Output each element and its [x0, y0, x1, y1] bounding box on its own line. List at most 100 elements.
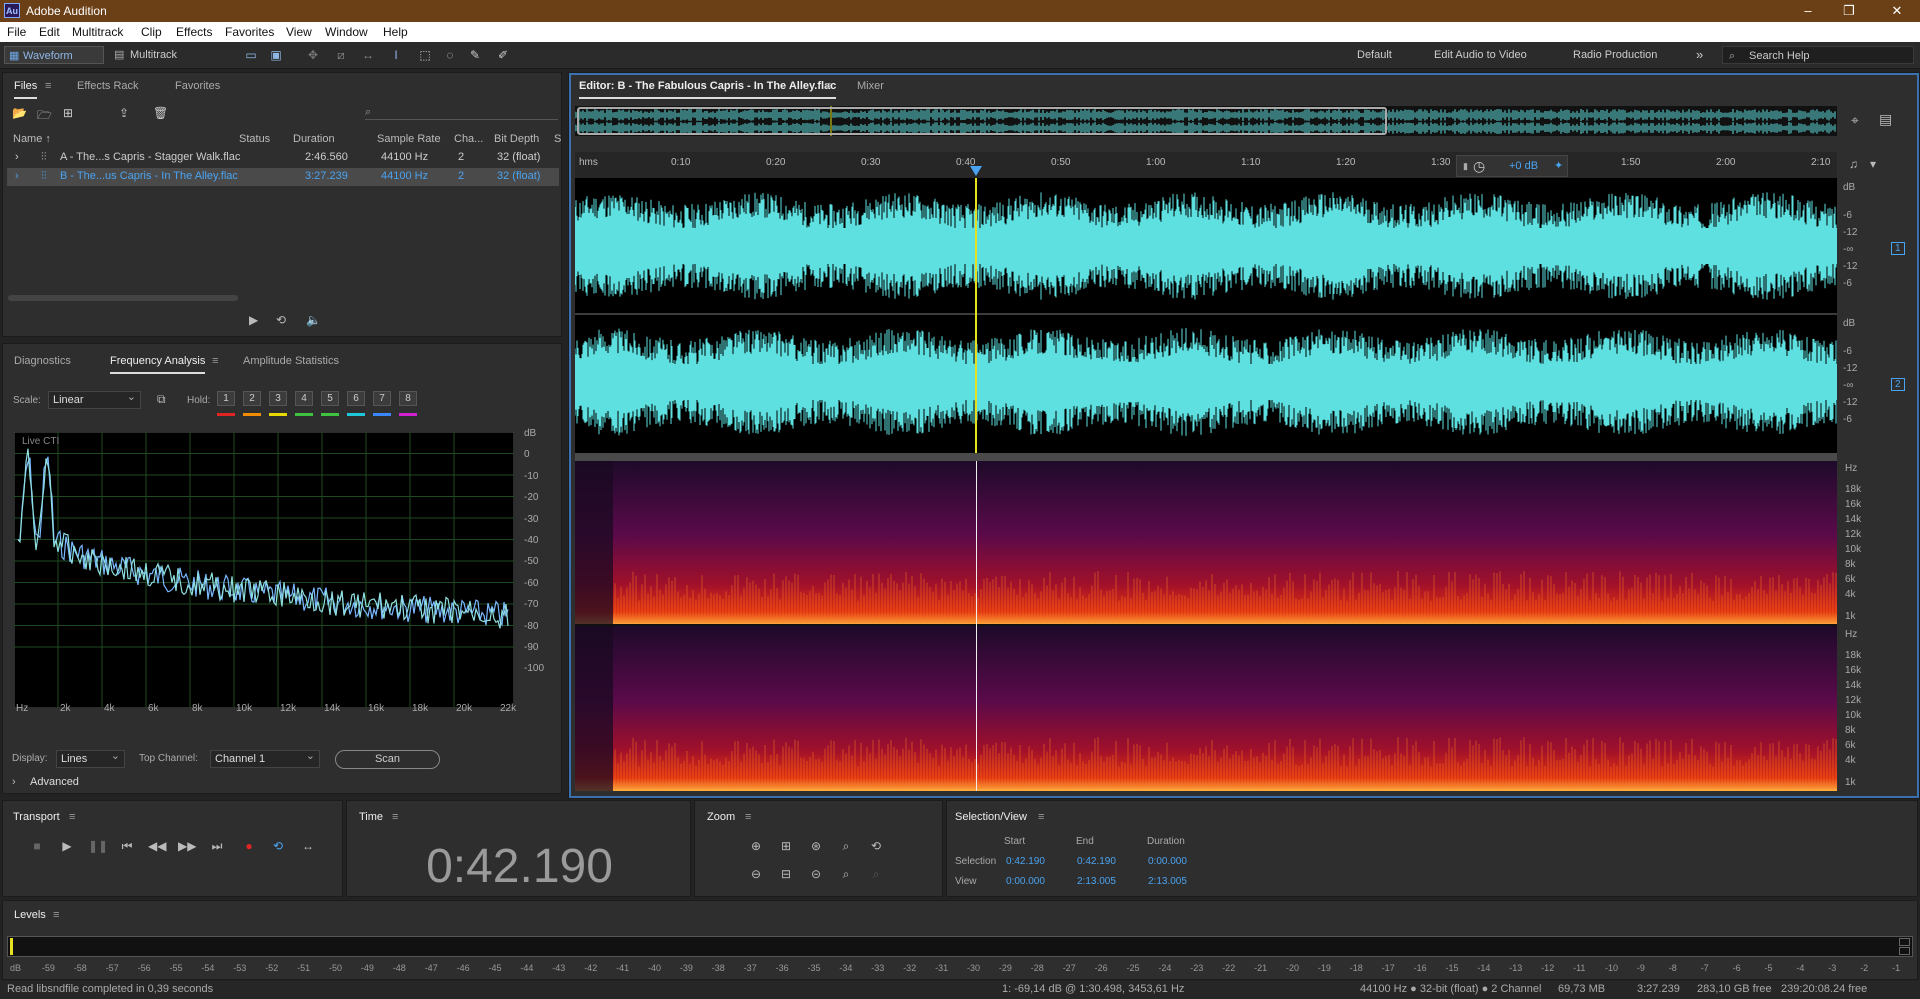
- play-preview-icon[interactable]: ▶: [249, 313, 258, 327]
- selection-end[interactable]: 0:42.190: [1077, 856, 1116, 867]
- move-to-next-icon[interactable]: ⏭: [208, 837, 226, 855]
- analysis-menu-icon[interactable]: ≡: [212, 355, 218, 367]
- loop-playback-icon[interactable]: ⟲: [269, 837, 287, 855]
- zoom-out-frequency-icon[interactable]: ⊝: [807, 865, 825, 883]
- selection-duration[interactable]: 0:00.000: [1148, 856, 1187, 867]
- brush-tool-icon[interactable]: ✎: [467, 47, 483, 63]
- col-name[interactable]: Name ↑: [13, 133, 51, 145]
- view-end[interactable]: 2:13.005: [1077, 876, 1116, 887]
- volume-knob-icon[interactable]: ◷: [1473, 156, 1485, 176]
- files-menu-icon[interactable]: ≡: [45, 80, 51, 92]
- pause-icon[interactable]: ❚❚: [88, 837, 108, 855]
- marker-icon[interactable]: ▾: [1870, 157, 1876, 171]
- spectral-display[interactable]: [575, 461, 1837, 791]
- selection-start[interactable]: 0:42.190: [1006, 856, 1045, 867]
- workspace-radio-production[interactable]: Radio Production: [1573, 46, 1657, 64]
- lasso-tool-icon[interactable]: ◌: [442, 47, 458, 63]
- menu-edit[interactable]: Edit: [39, 25, 60, 39]
- skip-selection-icon[interactable]: ↔: [299, 837, 317, 855]
- hold-button-3[interactable]: 3: [269, 391, 287, 406]
- menu-file[interactable]: File: [7, 25, 26, 39]
- menu-effects[interactable]: Effects: [176, 25, 212, 39]
- overview-bar[interactable]: [574, 106, 1837, 136]
- tab-frequency-analysis[interactable]: Frequency Analysis: [110, 355, 206, 374]
- time-selection-icon[interactable]: I: [388, 47, 404, 63]
- razor-tool-icon[interactable]: ⧄: [333, 47, 349, 63]
- editor-tab[interactable]: Editor: B - The Fabulous Capris - In The…: [579, 80, 837, 99]
- record-icon[interactable]: ●: [240, 837, 258, 855]
- loop-preview-icon[interactable]: ⟲: [276, 313, 286, 327]
- multitrack-button[interactable]: ▤ Multitrack: [112, 46, 202, 64]
- minimize-icon[interactable]: –: [1793, 2, 1823, 20]
- scale-select[interactable]: Linear: [48, 389, 141, 409]
- col-bit-depth[interactable]: Bit Depth: [494, 133, 539, 145]
- zoom-in-selection-disabled-icon[interactable]: ⌕: [867, 865, 885, 883]
- play-icon[interactable]: ▶: [58, 837, 76, 855]
- move-to-previous-icon[interactable]: ⏮: [118, 837, 136, 855]
- fast-forward-icon[interactable]: ▶▶: [178, 837, 196, 855]
- hold-button-8[interactable]: 8: [399, 391, 417, 406]
- more-workspaces-icon[interactable]: »: [1696, 46, 1703, 64]
- workspace-default[interactable]: Default: [1357, 46, 1392, 64]
- expand-icon[interactable]: ›: [15, 170, 19, 182]
- waveform-button[interactable]: ▦ Waveform: [4, 46, 104, 64]
- advanced-label[interactable]: Advanced: [30, 776, 79, 788]
- spectral-frequency-icon[interactable]: ▭: [243, 47, 259, 63]
- hold-button-1[interactable]: 1: [217, 391, 235, 406]
- workspace-edit-audio-to-video[interactable]: Edit Audio to Video: [1434, 46, 1527, 64]
- view-start[interactable]: 0:00.000: [1006, 876, 1045, 887]
- overview-view-range[interactable]: [577, 107, 1387, 135]
- close-icon[interactable]: ✕: [1882, 2, 1912, 20]
- import-file-icon[interactable]: 🗁: [37, 106, 52, 127]
- top-channel-select[interactable]: Channel 1: [210, 748, 320, 768]
- zoom-in-frequency-icon[interactable]: ⊛: [807, 837, 825, 855]
- pin-hud-icon[interactable]: ✦: [1554, 156, 1563, 176]
- hud-volume[interactable]: ◷ ▮ +0 dB ✦: [1456, 155, 1568, 177]
- search-help-field[interactable]: ⌕ Search Help: [1722, 46, 1914, 64]
- hold-button-4[interactable]: 4: [295, 391, 313, 406]
- playhead[interactable]: [975, 178, 977, 453]
- channel-badge[interactable]: 2: [1891, 378, 1905, 391]
- transport-menu-icon[interactable]: ≡: [69, 811, 75, 823]
- col-sample-rate[interactable]: Sample Rate: [377, 133, 441, 145]
- menu-help[interactable]: Help: [383, 25, 408, 39]
- tab-amplitude-statistics[interactable]: Amplitude Statistics: [243, 355, 339, 367]
- clip-indicator-right[interactable]: [1899, 947, 1910, 955]
- menu-window[interactable]: Window: [325, 25, 368, 39]
- levels-menu-icon[interactable]: ≡: [53, 909, 59, 921]
- tab-favorites[interactable]: Favorites: [175, 80, 220, 92]
- move-tool-icon[interactable]: ✥: [305, 47, 321, 63]
- new-file-icon[interactable]: ⊞: [63, 106, 73, 120]
- waveform-spectral-divider[interactable]: [575, 453, 1837, 461]
- file-row[interactable]: › ⫶⫶ A - The...s Capris - Stagger Walk.f…: [7, 149, 559, 167]
- files-scrollbar[interactable]: [8, 295, 238, 301]
- zoom-navigator-icon[interactable]: ⌖: [1851, 112, 1859, 129]
- restore-icon[interactable]: ❐: [1834, 2, 1864, 20]
- hold-button-6[interactable]: 6: [347, 391, 365, 406]
- expand-icon[interactable]: ›: [15, 151, 19, 163]
- tab-mixer[interactable]: Mixer: [857, 80, 884, 92]
- rewind-icon[interactable]: ◀◀: [148, 837, 166, 855]
- scan-button[interactable]: Scan: [335, 750, 440, 769]
- hold-button-2[interactable]: 2: [243, 391, 261, 406]
- marquee-tool-icon[interactable]: ⬚: [417, 47, 433, 63]
- advanced-expand-icon[interactable]: ›: [12, 776, 16, 788]
- channel-badge[interactable]: 1: [1891, 242, 1905, 255]
- col-duration[interactable]: Duration: [293, 133, 335, 145]
- col-s[interactable]: S: [554, 133, 561, 145]
- slip-tool-icon[interactable]: ↔: [360, 47, 376, 63]
- delete-icon[interactable]: 🗑: [153, 106, 168, 120]
- files-search-input[interactable]: ⌕: [365, 104, 558, 120]
- menu-multitrack[interactable]: Multitrack: [72, 25, 123, 39]
- spot-healing-icon[interactable]: ✐: [495, 47, 511, 63]
- spectral-pitch-icon[interactable]: ▣: [268, 47, 284, 63]
- zoom-in-amplitude-icon[interactable]: ⊕: [747, 837, 765, 855]
- zoom-out-full-icon[interactable]: ⌕: [837, 865, 855, 883]
- tab-files[interactable]: Files: [14, 80, 38, 99]
- zoom-menu-icon[interactable]: ≡: [745, 811, 751, 823]
- insert-into-multitrack-icon[interactable]: ⇪: [119, 106, 129, 120]
- view-duration[interactable]: 2:13.005: [1148, 876, 1187, 887]
- editor-menu-icon[interactable]: ≡: [825, 80, 831, 92]
- zoom-reset-icon[interactable]: ⟲: [867, 837, 885, 855]
- tab-effects-rack[interactable]: Effects Rack: [77, 80, 139, 92]
